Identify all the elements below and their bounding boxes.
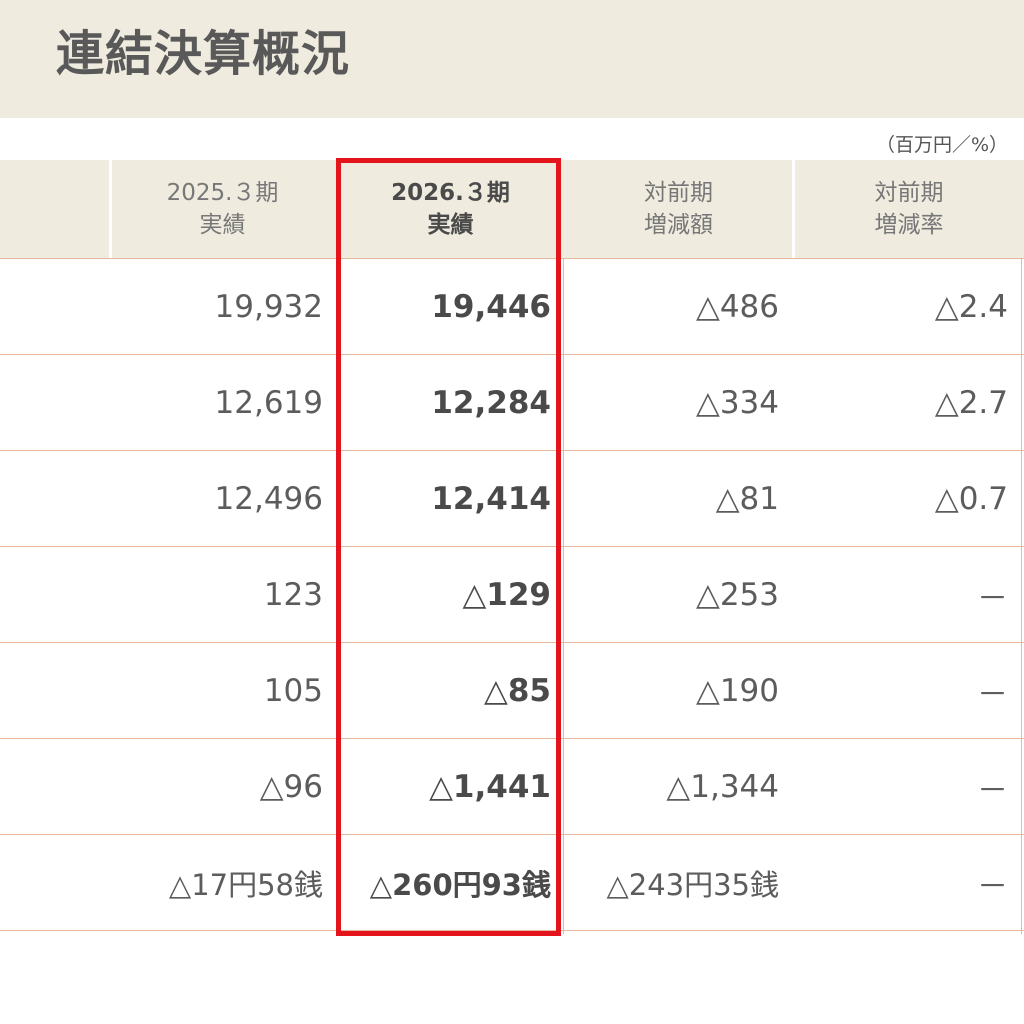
cell-fy2025: 12,496	[214, 481, 323, 517]
cell-yoy-change: △190	[695, 673, 779, 709]
cell-yoy-change: △253	[695, 577, 779, 613]
header-fy2025-line2: 実績	[199, 212, 246, 238]
cell-fy2025: 123	[263, 577, 323, 613]
header-yoy-rate-line1: 対前期	[874, 180, 944, 206]
cell-yoy-rate: △0.7	[934, 481, 1008, 517]
cell-yoy-rate: △2.7	[934, 385, 1008, 421]
header-fy2025-line1: 2025.３期	[166, 180, 279, 206]
column-divider	[563, 258, 564, 934]
header-yoy-change: 対前期 増減額	[566, 160, 791, 258]
cell-yoy-change: △81	[715, 481, 779, 517]
header-fy2025: 2025.３期 実績	[110, 160, 335, 258]
cell-yoy-change: △334	[695, 385, 779, 421]
cell-yoy-rate: －	[977, 580, 1008, 617]
header-yoy-rate-line2: 増減率	[874, 212, 944, 238]
cell-fy2025: 105	[263, 673, 323, 709]
cell-fy2025: △96	[259, 769, 323, 805]
title-bar: 連結決算概況	[0, 0, 1024, 118]
cell-yoy-rate: △2.4	[934, 289, 1008, 325]
highlight-box-fy2026	[336, 158, 561, 936]
header-divider	[109, 160, 112, 258]
header-yoy-change-line1: 対前期	[644, 180, 713, 206]
header-yoy-change-line2: 増減額	[644, 212, 713, 238]
page-title: 連結決算概況	[56, 26, 351, 82]
header-yoy-rate: 対前期 増減率	[794, 160, 1024, 258]
unit-note: （百万円／%）	[875, 134, 1008, 156]
cell-fy2025: 12,619	[214, 385, 323, 421]
cell-fy2025: △17円58銭	[168, 868, 323, 902]
header-divider	[792, 160, 795, 258]
cell-yoy-rate: －	[977, 772, 1008, 809]
cell-fy2025: 19,932	[214, 289, 323, 325]
cell-yoy-change: △1,344	[666, 769, 779, 805]
column-divider	[1021, 258, 1022, 934]
cell-yoy-change: △243円35銭	[606, 868, 779, 902]
cell-yoy-change: △486	[695, 289, 779, 325]
cell-yoy-rate: －	[977, 868, 1008, 905]
cell-yoy-rate: －	[977, 676, 1008, 713]
